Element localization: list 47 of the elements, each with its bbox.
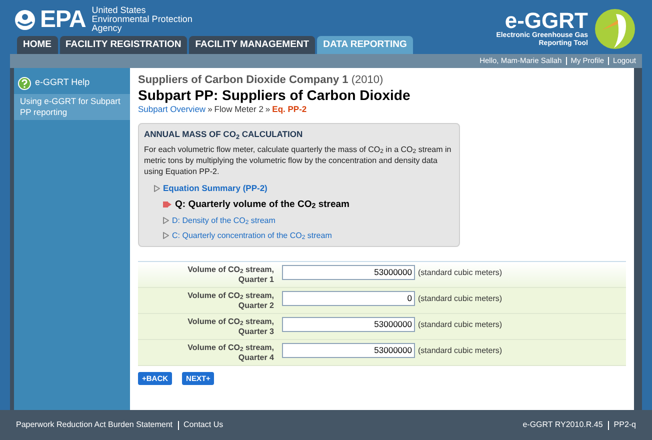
sidebar-item[interactable]: Using e-GGRT for Subpart PP reporting: [14, 94, 130, 120]
info-text: For each volumetric flow meter, calculate quarterly the mass of CO$_{2}$ in a CO$_{2}$ stream in metric tons by multiplying the volumetric flow by the concentration and density data using Equation PP-2.: [144, 144, 452, 177]
field-label: Volume of CO$_{2}$ stream,: [188, 342, 274, 353]
field-label: Quarter 1: [238, 274, 274, 285]
agency-name-line: Agency: [92, 24, 123, 33]
nav-tab[interactable]: HOME: [17, 36, 58, 54]
volume-input[interactable]: 53000000: [282, 342, 415, 358]
page-title: Subpart PP: Suppliers of Carbon Dioxide: [138, 87, 412, 104]
equation-link[interactable]: D: Density of the CO$_{2}$ stream: [172, 214, 276, 227]
volume-input[interactable]: 53000000: [282, 316, 415, 332]
breadcrumb-item: Flow Meter 2: [214, 104, 264, 115]
company-name: Suppliers of Carbon Dioxide Company 1: [138, 74, 348, 86]
field-label: Volume of CO$_{2}$ stream,: [188, 264, 274, 275]
version-text: e-GGRT RY2010.R.45: [522, 419, 603, 431]
field-label: Volume of CO$_{2}$ stream,: [188, 316, 274, 327]
agency-name-line: Environmental Protection: [92, 15, 192, 24]
breadcrumb-separator: »: [265, 104, 270, 115]
field-label: Quarter 2: [238, 300, 274, 311]
reporting-year: (2010): [351, 74, 384, 86]
help-icon: [18, 76, 31, 90]
field-label: Quarter 4: [238, 352, 274, 363]
footer-link[interactable]: Contact Us: [184, 419, 224, 431]
agency-name-line: United States: [92, 6, 147, 15]
footer-link[interactable]: Paperwork Reduction Act Burden Statement: [16, 419, 173, 431]
field-label: Volume of CO$_{2}$ stream,: [188, 290, 274, 301]
nav-tab[interactable]: FACILITY MANAGEMENT: [189, 36, 316, 54]
nav-tab[interactable]: FACILITY REGISTRATION: [60, 36, 188, 54]
breadcrumb-item[interactable]: Subpart Overview: [138, 104, 206, 115]
equation-link[interactable]: Q: Quarterly volume of the CO$_{2}$ stream: [175, 198, 350, 212]
nav-tab[interactable]: DATA REPORTING: [317, 36, 413, 54]
epa-logo-text: EPA: [40, 8, 86, 32]
volume-input[interactable]: 53000000: [282, 264, 415, 280]
tool-logo-text: e-GGRT: [504, 10, 588, 32]
unit-label: (standard cubic meters): [418, 292, 502, 305]
volume-input[interactable]: 0: [282, 290, 415, 306]
info-title: ANNUAL MASS OF CO$_{2}$ CALCULATION: [144, 128, 304, 141]
unit-label: (standard cubic meters): [418, 318, 502, 331]
breadcrumb-separator: »: [208, 104, 212, 115]
help-link[interactable]: e-GGRT Help: [35, 76, 90, 90]
triangle-icon: [154, 184, 160, 192]
equation-summary-link[interactable]: Equation Summary (PP-2): [163, 182, 268, 194]
equation-link[interactable]: C: Quarterly concentration of the CO$_{2}$ stream: [172, 230, 332, 242]
version-text: PP2-q: [614, 419, 636, 431]
unit-label: (standard cubic meters): [418, 266, 502, 279]
field-label: Quarter 3: [238, 326, 274, 337]
unit-label: (standard cubic meters): [418, 344, 502, 357]
breadcrumb-item: Eq. PP-2: [272, 104, 307, 115]
